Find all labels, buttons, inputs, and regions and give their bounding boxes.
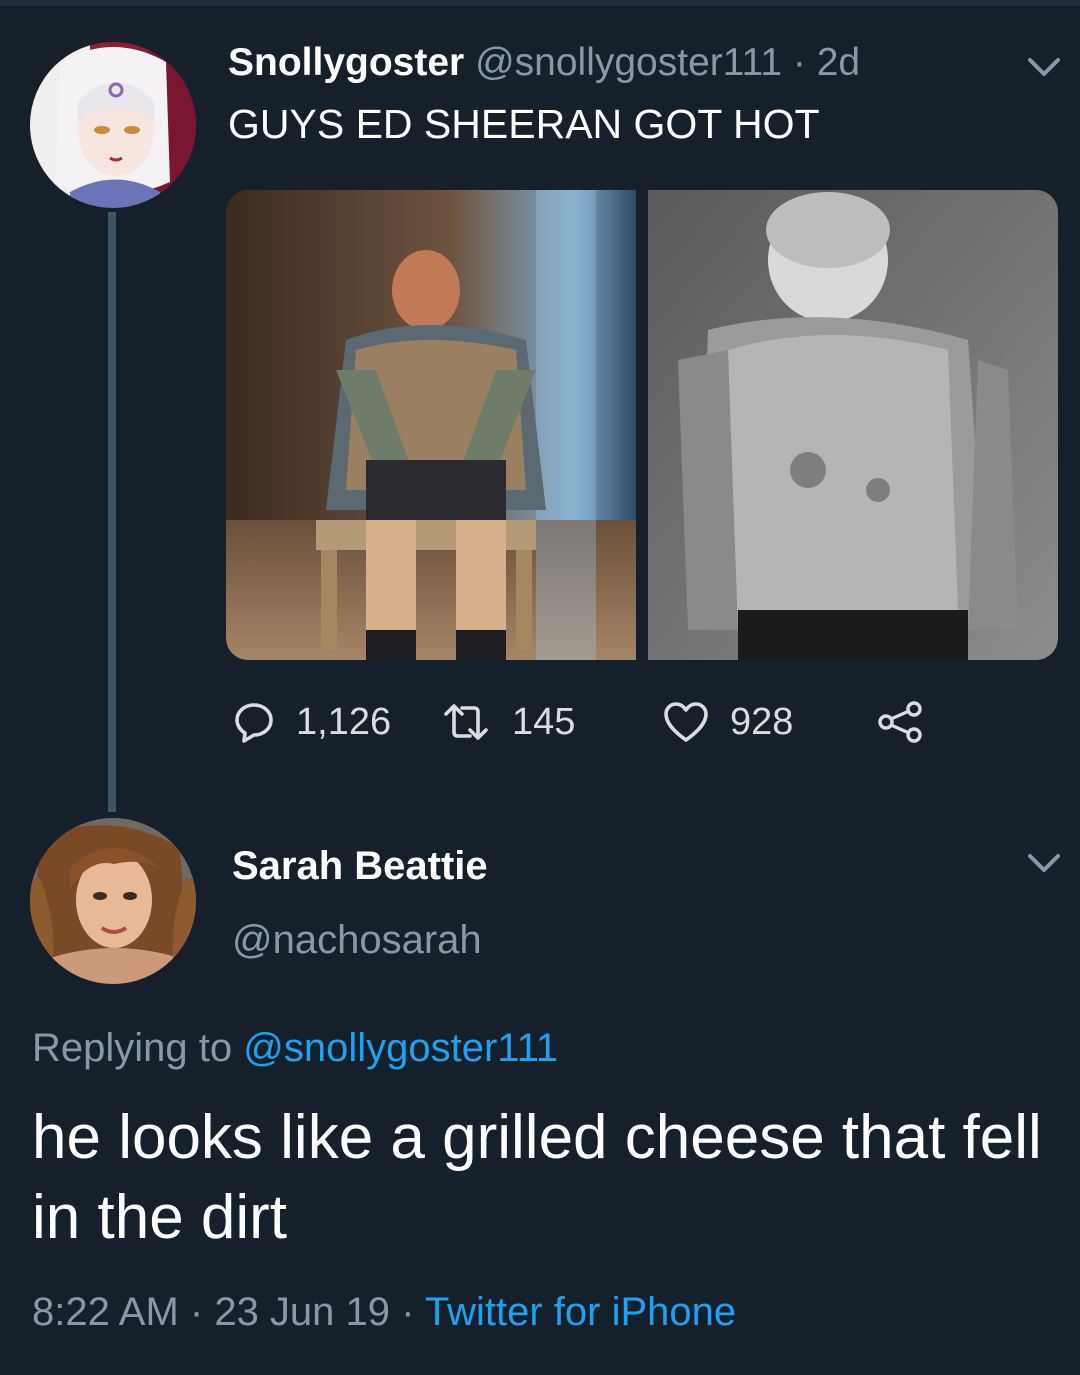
client-link[interactable]: Twitter for iPhone xyxy=(425,1290,736,1334)
author-name[interactable]: Snollygoster xyxy=(228,41,464,84)
separator-dot: · xyxy=(189,1290,215,1334)
retweet-button[interactable]: 145 xyxy=(440,690,575,754)
replying-mention-link[interactable]: @snollygoster111 xyxy=(243,1026,558,1070)
reply-author-handle[interactable]: @nachosarah xyxy=(232,914,482,966)
chevron-down-icon[interactable] xyxy=(1024,848,1064,878)
photo-right[interactable] xyxy=(648,190,1058,660)
like-button[interactable]: 928 xyxy=(662,690,793,754)
tweet-actions: 1,126 145 928 xyxy=(226,690,946,754)
reply-meta: 8:22 AM · 23 Jun 19 · Twitter for iPhone xyxy=(32,1286,736,1338)
retweet-icon xyxy=(444,704,488,740)
chevron-down-icon[interactable] xyxy=(1024,52,1064,82)
top-divider xyxy=(0,0,1080,6)
replying-to: Replying to @snollygoster111 xyxy=(32,1022,558,1074)
separator-dot: · xyxy=(401,1290,425,1334)
like-icon xyxy=(664,702,708,742)
reply-count: 1,126 xyxy=(296,700,392,743)
tweet-text: GUYS ED SHEERAN GOT HOT xyxy=(228,101,820,147)
reply-button[interactable]: 1,126 xyxy=(232,690,391,754)
thread-line xyxy=(108,212,116,812)
share-button[interactable] xyxy=(876,690,926,754)
tweet-header: Snollygoster @snollygoster111 · 2d xyxy=(228,38,860,88)
photo-left[interactable] xyxy=(226,190,636,660)
reply-time[interactable]: 8:22 AM xyxy=(32,1290,179,1334)
tweet-time[interactable]: 2d xyxy=(817,41,860,84)
reply-author-name[interactable]: Sarah Beattie xyxy=(232,840,488,892)
reply-text: he looks like a grilled cheese that fell… xyxy=(32,1103,1042,1252)
share-icon xyxy=(878,701,922,743)
author-handle[interactable]: @snollygoster111 xyxy=(475,41,782,84)
avatar[interactable] xyxy=(30,42,196,208)
reply-date[interactable]: 23 Jun 19 xyxy=(214,1290,390,1334)
like-count: 928 xyxy=(730,700,794,743)
separator-dot: · xyxy=(792,41,817,84)
tweet-media[interactable] xyxy=(226,190,1058,660)
reply-icon xyxy=(235,703,273,743)
replying-label: Replying to xyxy=(32,1026,233,1070)
retweet-count: 145 xyxy=(512,700,576,743)
avatar[interactable] xyxy=(30,818,196,984)
